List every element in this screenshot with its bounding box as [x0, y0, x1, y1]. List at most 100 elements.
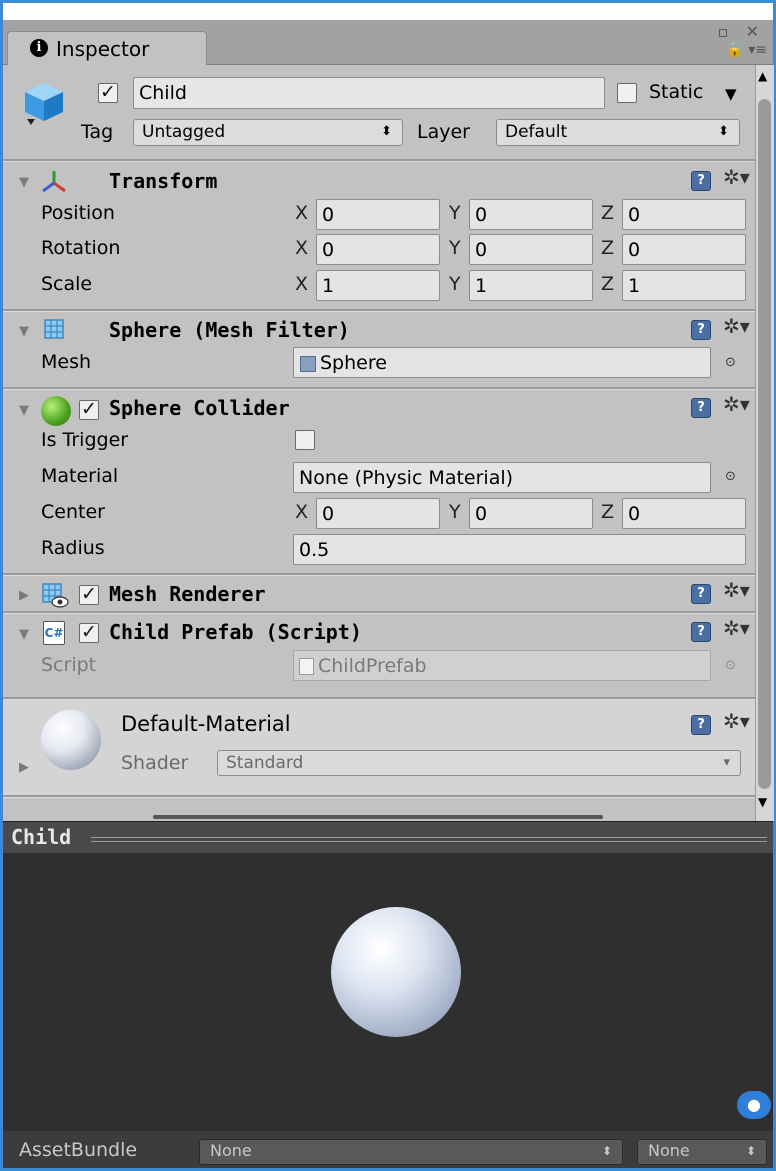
sphere-collider-enabled-checkbox[interactable]: ✓ [79, 400, 99, 420]
center-y-field[interactable]: 0 [469, 498, 593, 529]
scrollbar[interactable]: ▲ ▼ [755, 65, 774, 821]
rotation-z-field[interactable]: 0 [622, 234, 746, 265]
active-checkbox[interactable]: ✓ [98, 83, 118, 103]
scale-label: Scale [41, 273, 93, 295]
scale-x-field[interactable]: 1 [316, 270, 440, 301]
material-help-icon[interactable]: ? [691, 715, 711, 735]
child-prefab-gear-icon[interactable]: ✲▾ [723, 616, 750, 640]
center-z-label[interactable]: Z [601, 501, 614, 523]
drag-divider[interactable] [153, 815, 603, 819]
radius-field[interactable]: 0.5 [293, 534, 746, 565]
scale-x-label[interactable]: X [295, 273, 308, 295]
window-controls[interactable]: ▫ ✕ [718, 22, 765, 41]
shader-label: Shader [121, 752, 189, 774]
transform-foldout[interactable]: ▼ [19, 175, 29, 190]
child-prefab-foldout[interactable]: ▼ [19, 627, 29, 642]
tag-dropdown[interactable]: Untagged ⬍ [133, 119, 403, 146]
rotation-x-field[interactable]: 0 [316, 234, 440, 265]
asset-bundle-variant-dropdown[interactable]: None ⬍ [637, 1139, 767, 1165]
separator [3, 573, 755, 576]
center-x-label[interactable]: X [295, 501, 308, 523]
inspector-content: ✓ Child Static ▼ Tag Untagged ⬍ Layer De… [3, 65, 755, 821]
position-x-label[interactable]: X [295, 202, 308, 224]
scale-y-field[interactable]: 1 [469, 270, 593, 301]
radius-label: Radius [41, 537, 105, 559]
rotation-z-label[interactable]: Z [601, 237, 614, 259]
rotation-label: Rotation [41, 237, 121, 259]
asset-bundle-name-arrow: ⬍ [601, 1144, 612, 1158]
position-x-field[interactable]: 0 [316, 199, 440, 230]
mesh-renderer-enabled-checkbox[interactable]: ✓ [79, 585, 99, 605]
material-foldout[interactable]: ▶ [19, 760, 29, 775]
static-checkbox[interactable] [617, 83, 637, 103]
asset-bundle-name-dropdown[interactable]: None ⬍ [199, 1139, 623, 1165]
mesh-renderer-foldout[interactable]: ▶ [19, 588, 29, 603]
position-y-field[interactable]: 0 [469, 199, 593, 230]
rotation-y-field[interactable]: 0 [469, 234, 593, 265]
is-trigger-checkbox[interactable] [295, 430, 315, 450]
mesh-filter-title[interactable]: Sphere (Mesh Filter) [109, 318, 350, 342]
scroll-up-arrow[interactable]: ▲ [758, 69, 767, 83]
static-label[interactable]: Static [649, 81, 703, 103]
preview-header[interactable]: Child [3, 821, 773, 854]
mesh-filter-foldout[interactable]: ▼ [19, 324, 29, 339]
scrollbar-thumb[interactable] [758, 99, 771, 789]
info-icon: i [30, 39, 48, 57]
scale-z-field[interactable]: 1 [622, 270, 746, 301]
rotation-x-label[interactable]: X [295, 237, 308, 259]
child-prefab-title[interactable]: Child Prefab (Script) [109, 620, 362, 644]
mesh-filter-help-icon[interactable]: ? [691, 320, 711, 340]
sphere-collider-help-icon[interactable]: ? [691, 398, 711, 418]
material-field[interactable]: None (Physic Material) [293, 462, 711, 493]
tag-label: Tag [81, 121, 114, 143]
shader-value: Standard [226, 753, 304, 773]
mesh-asset-icon [300, 355, 316, 372]
sphere-collider-gear-icon[interactable]: ✲▾ [723, 392, 750, 416]
position-z-label[interactable]: Z [601, 202, 614, 224]
asset-label-icon[interactable]: ● [737, 1091, 771, 1119]
transform-title[interactable]: Transform [109, 169, 217, 193]
static-dropdown-arrow[interactable]: ▼ [725, 85, 737, 103]
mesh-field[interactable]: Sphere [293, 347, 711, 378]
preview-viewport[interactable]: ● [3, 853, 773, 1131]
mesh-renderer-icon [41, 582, 69, 608]
shader-dropdown[interactable]: Standard ▾ [217, 750, 741, 776]
center-y-label[interactable]: Y [449, 501, 461, 523]
scale-y-label[interactable]: Y [449, 273, 461, 295]
rotation-y-label[interactable]: Y [449, 237, 461, 259]
material-preview-icon [41, 710, 101, 770]
center-label: Center [41, 501, 105, 523]
center-x-field[interactable]: 0 [316, 498, 440, 529]
position-y-label[interactable]: Y [449, 202, 461, 224]
mesh-filter-gear-icon[interactable]: ✲▾ [723, 314, 750, 338]
tag-value: Untagged [142, 122, 226, 142]
mesh-renderer-help-icon[interactable]: ? [691, 584, 711, 604]
mesh-renderer-gear-icon[interactable]: ✲▾ [723, 578, 750, 602]
layer-dropdown[interactable]: Default ⬍ [496, 119, 740, 146]
object-name-field[interactable]: Child [133, 77, 605, 109]
asset-bundle-bar: AssetBundle None ⬍ None ⬍ [3, 1131, 773, 1168]
child-prefab-enabled-checkbox[interactable]: ✓ [79, 623, 99, 643]
preview-header-grip [91, 837, 767, 842]
shader-dropdown-arrow: ▾ [723, 755, 730, 770]
mesh-renderer-title[interactable]: Mesh Renderer [109, 582, 266, 606]
material-gear-icon[interactable]: ✲▾ [723, 709, 750, 733]
transform-help-icon[interactable]: ? [691, 171, 711, 191]
child-prefab-help-icon[interactable]: ? [691, 622, 711, 642]
material-object-picker-icon[interactable]: ⊙ [725, 469, 736, 484]
position-z-field[interactable]: 0 [622, 199, 746, 230]
separator [3, 159, 755, 162]
lock-menu-icon[interactable]: 🔒 ▾≡ [726, 42, 767, 58]
script-value: ChildPrefab [318, 655, 427, 677]
center-z-field[interactable]: 0 [622, 498, 746, 529]
tag-dropdown-arrow: ⬍ [381, 124, 392, 139]
transform-gear-icon[interactable]: ✲▾ [723, 165, 750, 189]
sphere-collider-foldout[interactable]: ▼ [19, 403, 29, 418]
scroll-down-arrow[interactable]: ▼ [758, 795, 767, 809]
scale-z-label[interactable]: Z [601, 273, 614, 295]
script-label: Script [41, 654, 97, 676]
sphere-collider-title[interactable]: Sphere Collider [109, 396, 290, 420]
material-panel [3, 700, 755, 795]
tab-inspector[interactable]: i Inspector [7, 31, 207, 65]
mesh-object-picker-icon[interactable]: ⊙ [725, 355, 736, 370]
